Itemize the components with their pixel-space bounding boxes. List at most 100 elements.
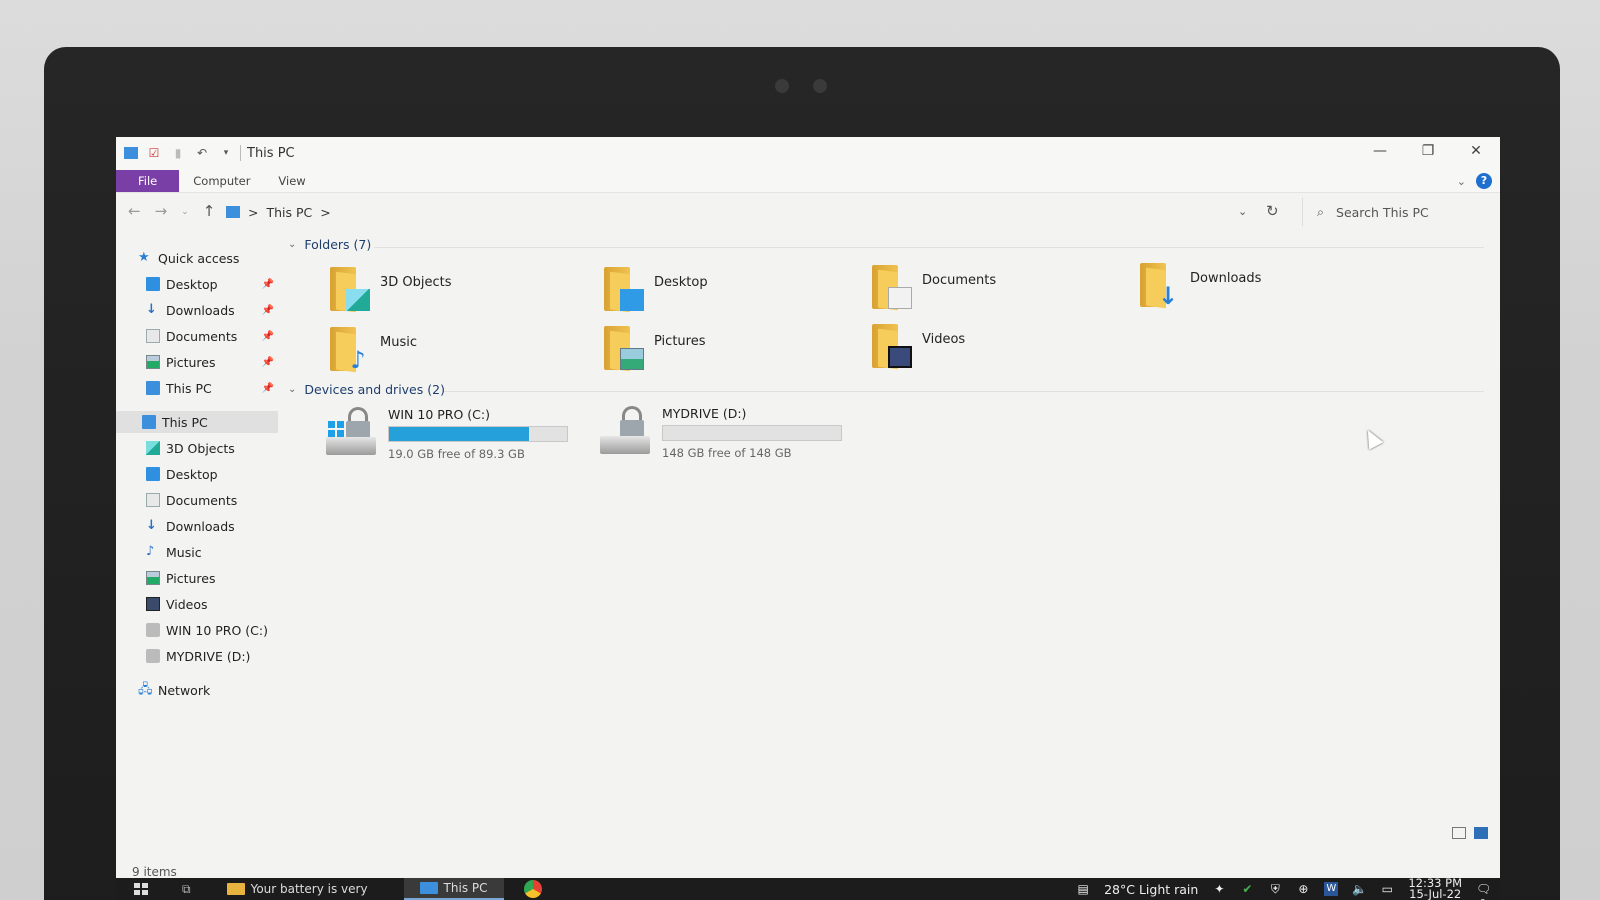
tab-computer[interactable]: Computer (179, 170, 264, 192)
sidebar-item-drive-c[interactable]: WIN 10 PRO (C:) (146, 619, 278, 641)
folder-documents[interactable]: Documents (872, 265, 996, 311)
drive-d[interactable]: MYDRIVE (D:) 148 GB free of 148 GB (600, 406, 842, 460)
camera-sensor-icon (813, 79, 827, 93)
recent-locations-icon[interactable]: ⌄ (181, 202, 189, 222)
taskbar-app-this-pc[interactable]: This PC (403, 878, 504, 900)
sidebar-item-videos[interactable]: Videos (146, 593, 278, 615)
undo-icon[interactable]: ↶ (194, 145, 210, 161)
sidebar-item-documents[interactable]: Documents 📌 (146, 325, 278, 347)
status-bar-item-count: 9 items (132, 865, 177, 879)
sidebar-item-3d-objects[interactable]: 3D Objects (146, 437, 278, 459)
close-button[interactable]: ✕ (1452, 137, 1500, 165)
folder-label: Music (380, 335, 417, 350)
refresh-icon[interactable]: ↻ (1266, 202, 1279, 220)
sidebar-item-label: Videos (166, 596, 208, 612)
sidebar-item-label: Pictures (166, 570, 216, 586)
navigation-bar: ← → ⌄ ↑ > This PC > ⌄ ↻ ⌕ Search This PC (116, 193, 1500, 231)
folder-music[interactable]: ♪ Music (330, 327, 417, 373)
news-weather-icon[interactable]: ▤ (1076, 882, 1090, 896)
breadcrumb-separator-end[interactable]: > (320, 205, 330, 220)
taskbar-app-battery-warning[interactable]: Your battery is very (211, 878, 384, 900)
globe-icon[interactable]: ⊕ (1296, 882, 1310, 896)
minimize-button[interactable]: — (1356, 137, 1404, 165)
music-folder-icon: ♪ (330, 327, 370, 373)
desktop-icon (146, 467, 160, 481)
folder-label: Pictures (654, 334, 706, 349)
address-bar[interactable]: > This PC > (226, 199, 1296, 225)
folder-videos[interactable]: Videos (872, 324, 965, 370)
back-icon[interactable]: ← (128, 202, 141, 222)
tab-view[interactable]: View (264, 170, 319, 192)
pin-icon: 📌 (261, 356, 274, 368)
folder-desktop[interactable]: Desktop (604, 267, 708, 313)
breadcrumb[interactable]: This PC (266, 205, 312, 220)
notifications-icon[interactable]: 🗨2 (1476, 882, 1491, 900)
help-icon[interactable]: ? (1476, 173, 1492, 189)
downloads-icon: ↓ (146, 518, 157, 533)
volume-icon[interactable]: 🔈 (1352, 882, 1367, 896)
sidebar-item-label: Network (158, 682, 211, 698)
sidebar-item-drive-d[interactable]: MYDRIVE (D:) (146, 645, 278, 667)
folder-downloads[interactable]: ↓ Downloads (1140, 263, 1261, 309)
sidebar-item-pictures[interactable]: Pictures 📌 (146, 351, 278, 373)
title-bar: ☑ ▮ ↶ ▾ This PC — ❐ ✕ (116, 137, 1500, 169)
address-dropdown-icon[interactable]: ⌄ (1238, 205, 1247, 218)
sidebar-item-this-pc-pinned[interactable]: This PC 📌 (146, 377, 278, 399)
search-input[interactable]: ⌕ Search This PC (1302, 198, 1454, 226)
quick-access-toolbar: ☑ ▮ ↶ ▾ (116, 145, 234, 161)
pictures-icon (146, 355, 160, 369)
downloads-folder-icon: ↓ (1140, 263, 1180, 309)
chevron-down-icon: ⌄ (288, 384, 297, 395)
taskbar-app-label: This PC (443, 881, 488, 895)
folder-label: 3D Objects (380, 275, 452, 290)
sidebar-item-this-pc[interactable]: This PC (116, 411, 278, 433)
sidebar-item-desktop-pc[interactable]: Desktop (146, 463, 278, 485)
sidebar-item-downloads-pc[interactable]: ↓ Downloads (146, 515, 278, 537)
expand-ribbon-icon[interactable]: ⌄ (1457, 175, 1466, 188)
sidebar-item-network[interactable]: 🖧 Network (138, 679, 300, 701)
customize-toolbar-icon[interactable]: ▾ (218, 145, 234, 161)
security-check-icon[interactable]: ✔ (1240, 882, 1254, 896)
drive-c[interactable]: WIN 10 PRO (C:) 19.0 GB free of 89.3 GB (326, 407, 568, 461)
3d-objects-folder-icon (330, 267, 370, 313)
drive-c-icon (326, 407, 378, 459)
drive-usage-bar (662, 425, 842, 441)
new-folder-icon[interactable]: ▮ (170, 145, 186, 161)
folder-pictures[interactable]: Pictures (604, 326, 705, 372)
battery-icon[interactable]: ▭ (1380, 882, 1394, 896)
sidebar-item-documents-pc[interactable]: Documents (146, 489, 278, 511)
folder-icon (226, 883, 245, 895)
this-pc-icon (146, 381, 160, 395)
folder-3d-objects[interactable]: 3D Objects (330, 267, 452, 313)
pin-icon: 📌 (261, 304, 274, 316)
navigation-pane: ★ Quick access Desktop 📌 ↓ Downloads 📌 D… (116, 239, 278, 859)
large-icons-view-icon[interactable] (1474, 827, 1488, 839)
sidebar-item-label: Downloads (166, 302, 235, 318)
sidebar-item-desktop[interactable]: Desktop 📌 (146, 273, 278, 295)
restore-button[interactable]: ❐ (1404, 137, 1452, 165)
folders-group-header[interactable]: ⌄ Folders (7) (288, 237, 371, 252)
forward-icon[interactable]: → (155, 202, 168, 222)
task-view-icon[interactable]: ⧉ (182, 882, 191, 897)
sidebar-item-quick-access[interactable]: ★ Quick access (138, 247, 300, 269)
details-view-icon[interactable] (1452, 827, 1466, 839)
windows-start-icon[interactable] (134, 883, 148, 895)
sidebar-item-pictures-pc[interactable]: Pictures (146, 567, 278, 589)
sidebar-item-downloads[interactable]: ↓ Downloads 📌 (146, 299, 278, 321)
sidebar-item-label: This PC (166, 380, 212, 396)
properties-icon[interactable]: ☑ (146, 145, 162, 161)
sidebar-item-label: Desktop (166, 466, 218, 482)
sidebar-item-music[interactable]: ♪ Music (146, 541, 278, 563)
drive-label: WIN 10 PRO (C:) (388, 407, 490, 422)
word-icon[interactable]: W (1324, 882, 1339, 896)
tab-file[interactable]: File (116, 170, 180, 192)
weather-text[interactable]: 28°C Light rain (1104, 882, 1198, 897)
sidebar-item-label: Desktop (166, 276, 218, 292)
group-title: Devices and drives (2) (304, 382, 445, 397)
clock[interactable]: 12:33 PM 15-Jul-22 (1408, 877, 1462, 900)
drives-group-header[interactable]: ⌄ Devices and drives (2) (288, 382, 445, 397)
bluetooth-icon[interactable]: ✦ (1212, 882, 1226, 896)
shield-icon[interactable]: ⛨ (1268, 882, 1282, 896)
up-icon[interactable]: ↑ (203, 202, 216, 222)
chrome-icon[interactable] (523, 880, 542, 898)
